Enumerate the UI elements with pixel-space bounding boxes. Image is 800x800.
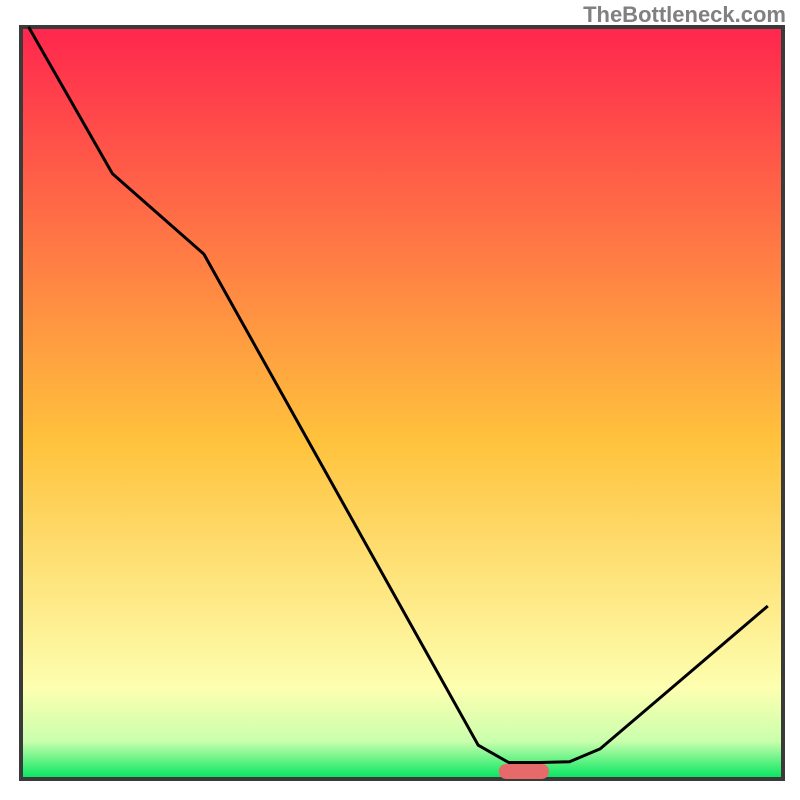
- plot-background: [21, 27, 783, 779]
- bottleneck-curve-chart: [0, 0, 800, 800]
- attribution-text: TheBottleneck.com: [583, 2, 786, 28]
- optimum-marker: [499, 764, 549, 779]
